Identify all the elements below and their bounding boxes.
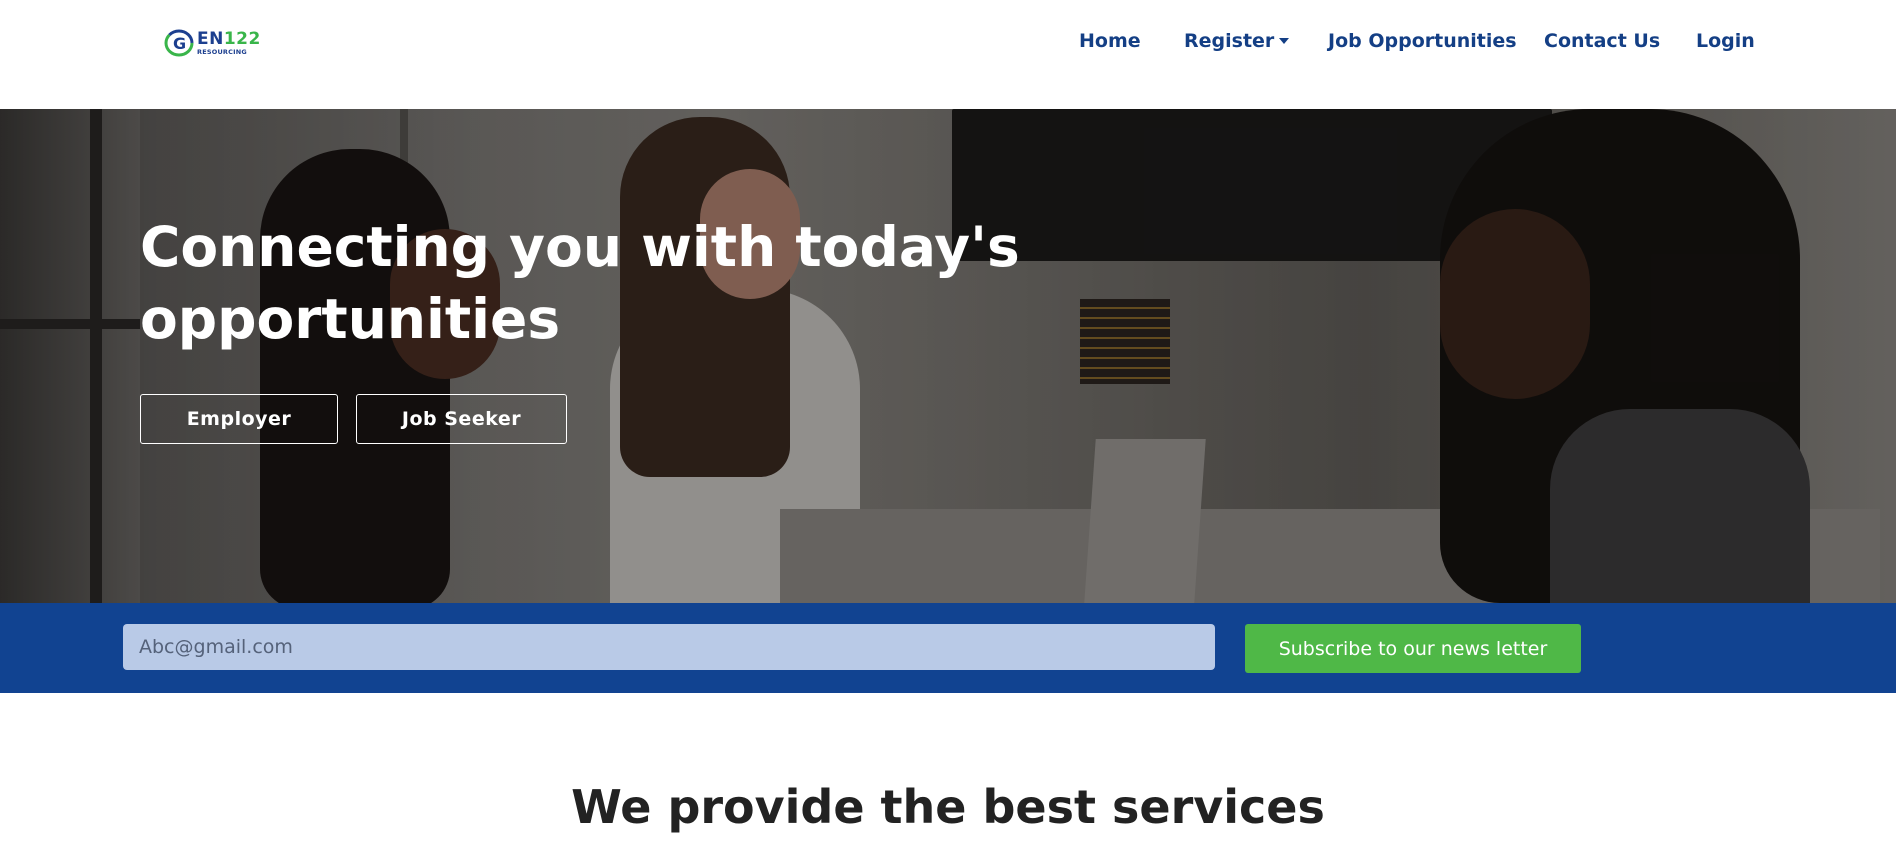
logo-swirl-icon: G — [164, 29, 194, 57]
hero-banner — [0, 109, 1896, 603]
nav-login[interactable]: Login — [1696, 30, 1755, 52]
employer-button[interactable]: Employer — [140, 394, 338, 444]
newsletter-email-input[interactable]: Abc@gmail.com — [123, 624, 1215, 670]
job-seeker-button[interactable]: Job Seeker — [356, 394, 567, 444]
nav-contact-us[interactable]: Contact Us — [1544, 30, 1660, 52]
services-heading: We provide the best services — [571, 780, 1325, 834]
logo-text: EN — [197, 28, 224, 49]
caret-down-icon — [1279, 38, 1290, 44]
newsletter-band: Abc@gmail.com Subscribe to our news lett… — [0, 603, 1896, 693]
hero-background-photo — [0, 109, 1896, 603]
hero-title: Connecting you with today's opportunitie… — [140, 215, 1020, 351]
nav-register-label: Register — [1184, 30, 1275, 52]
logo-subtext: RESOURCING — [197, 47, 247, 56]
top-navbar: G EN122 RESOURCING Home Register Job Opp… — [0, 0, 1896, 109]
logo-letter: G — [173, 34, 186, 53]
nav-register[interactable]: Register — [1184, 30, 1290, 52]
brand-logo[interactable]: G EN122 RESOURCING — [164, 28, 261, 58]
nav-job-opportunities[interactable]: Job Opportunities — [1328, 30, 1517, 52]
logo-number: 122 — [223, 28, 261, 49]
subscribe-button[interactable]: Subscribe to our news letter — [1245, 624, 1581, 673]
nav-home[interactable]: Home — [1079, 30, 1141, 52]
